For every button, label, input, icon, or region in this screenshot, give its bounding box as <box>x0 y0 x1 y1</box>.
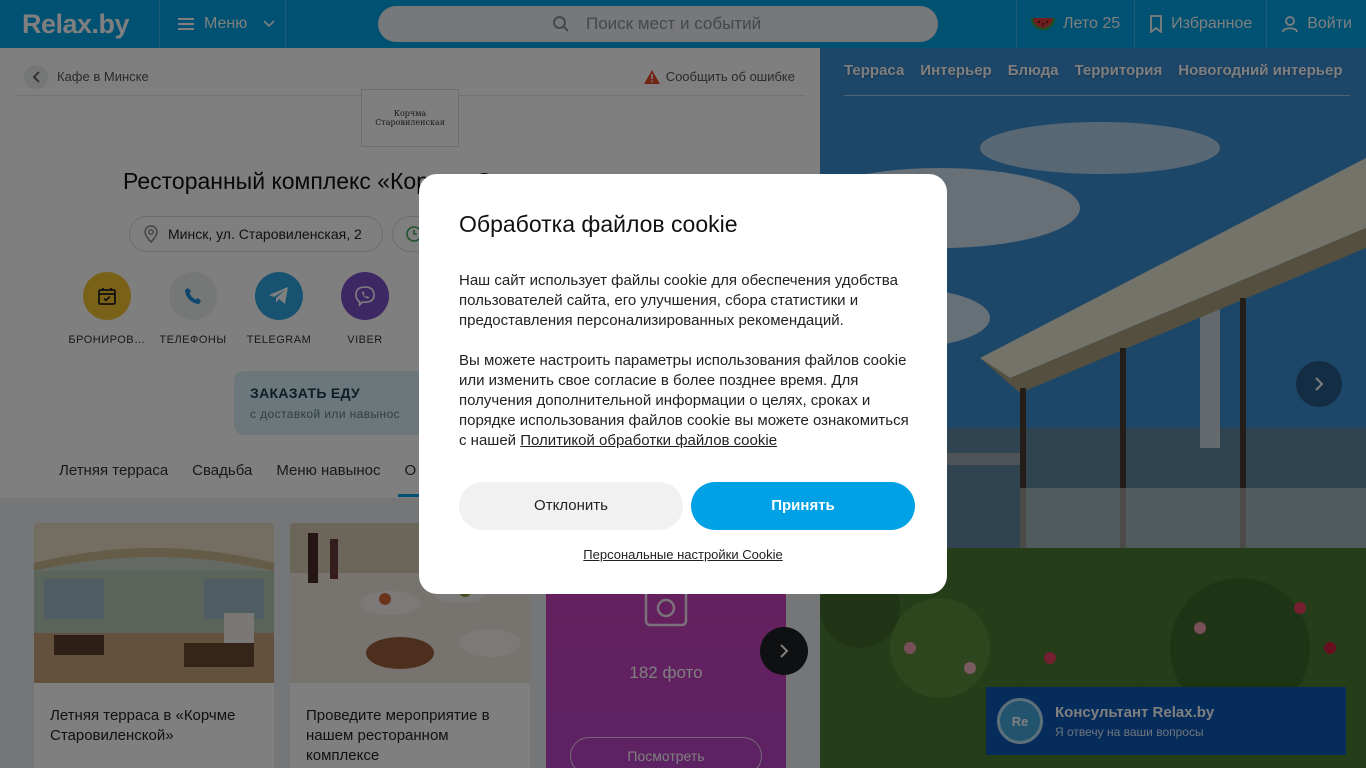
cookie-dialog-paragraph-1: Наш сайт использует файлы cookie для обе… <box>459 272 898 329</box>
cookie-settings-link[interactable]: Персональные настройки Cookie <box>419 547 947 562</box>
cookie-dialog-paragraph-2: Вы можете настроить параметры использова… <box>459 351 919 451</box>
cookie-policy-link[interactable]: Политикой обработки файлов cookie <box>520 432 777 449</box>
cookie-dialog: Обработка файлов cookie Наш сайт использ… <box>419 174 947 594</box>
decline-button[interactable]: Отклонить <box>459 482 683 530</box>
accept-button[interactable]: Принять <box>691 482 915 530</box>
cookie-dialog-title: Обработка файлов cookie <box>459 211 738 237</box>
